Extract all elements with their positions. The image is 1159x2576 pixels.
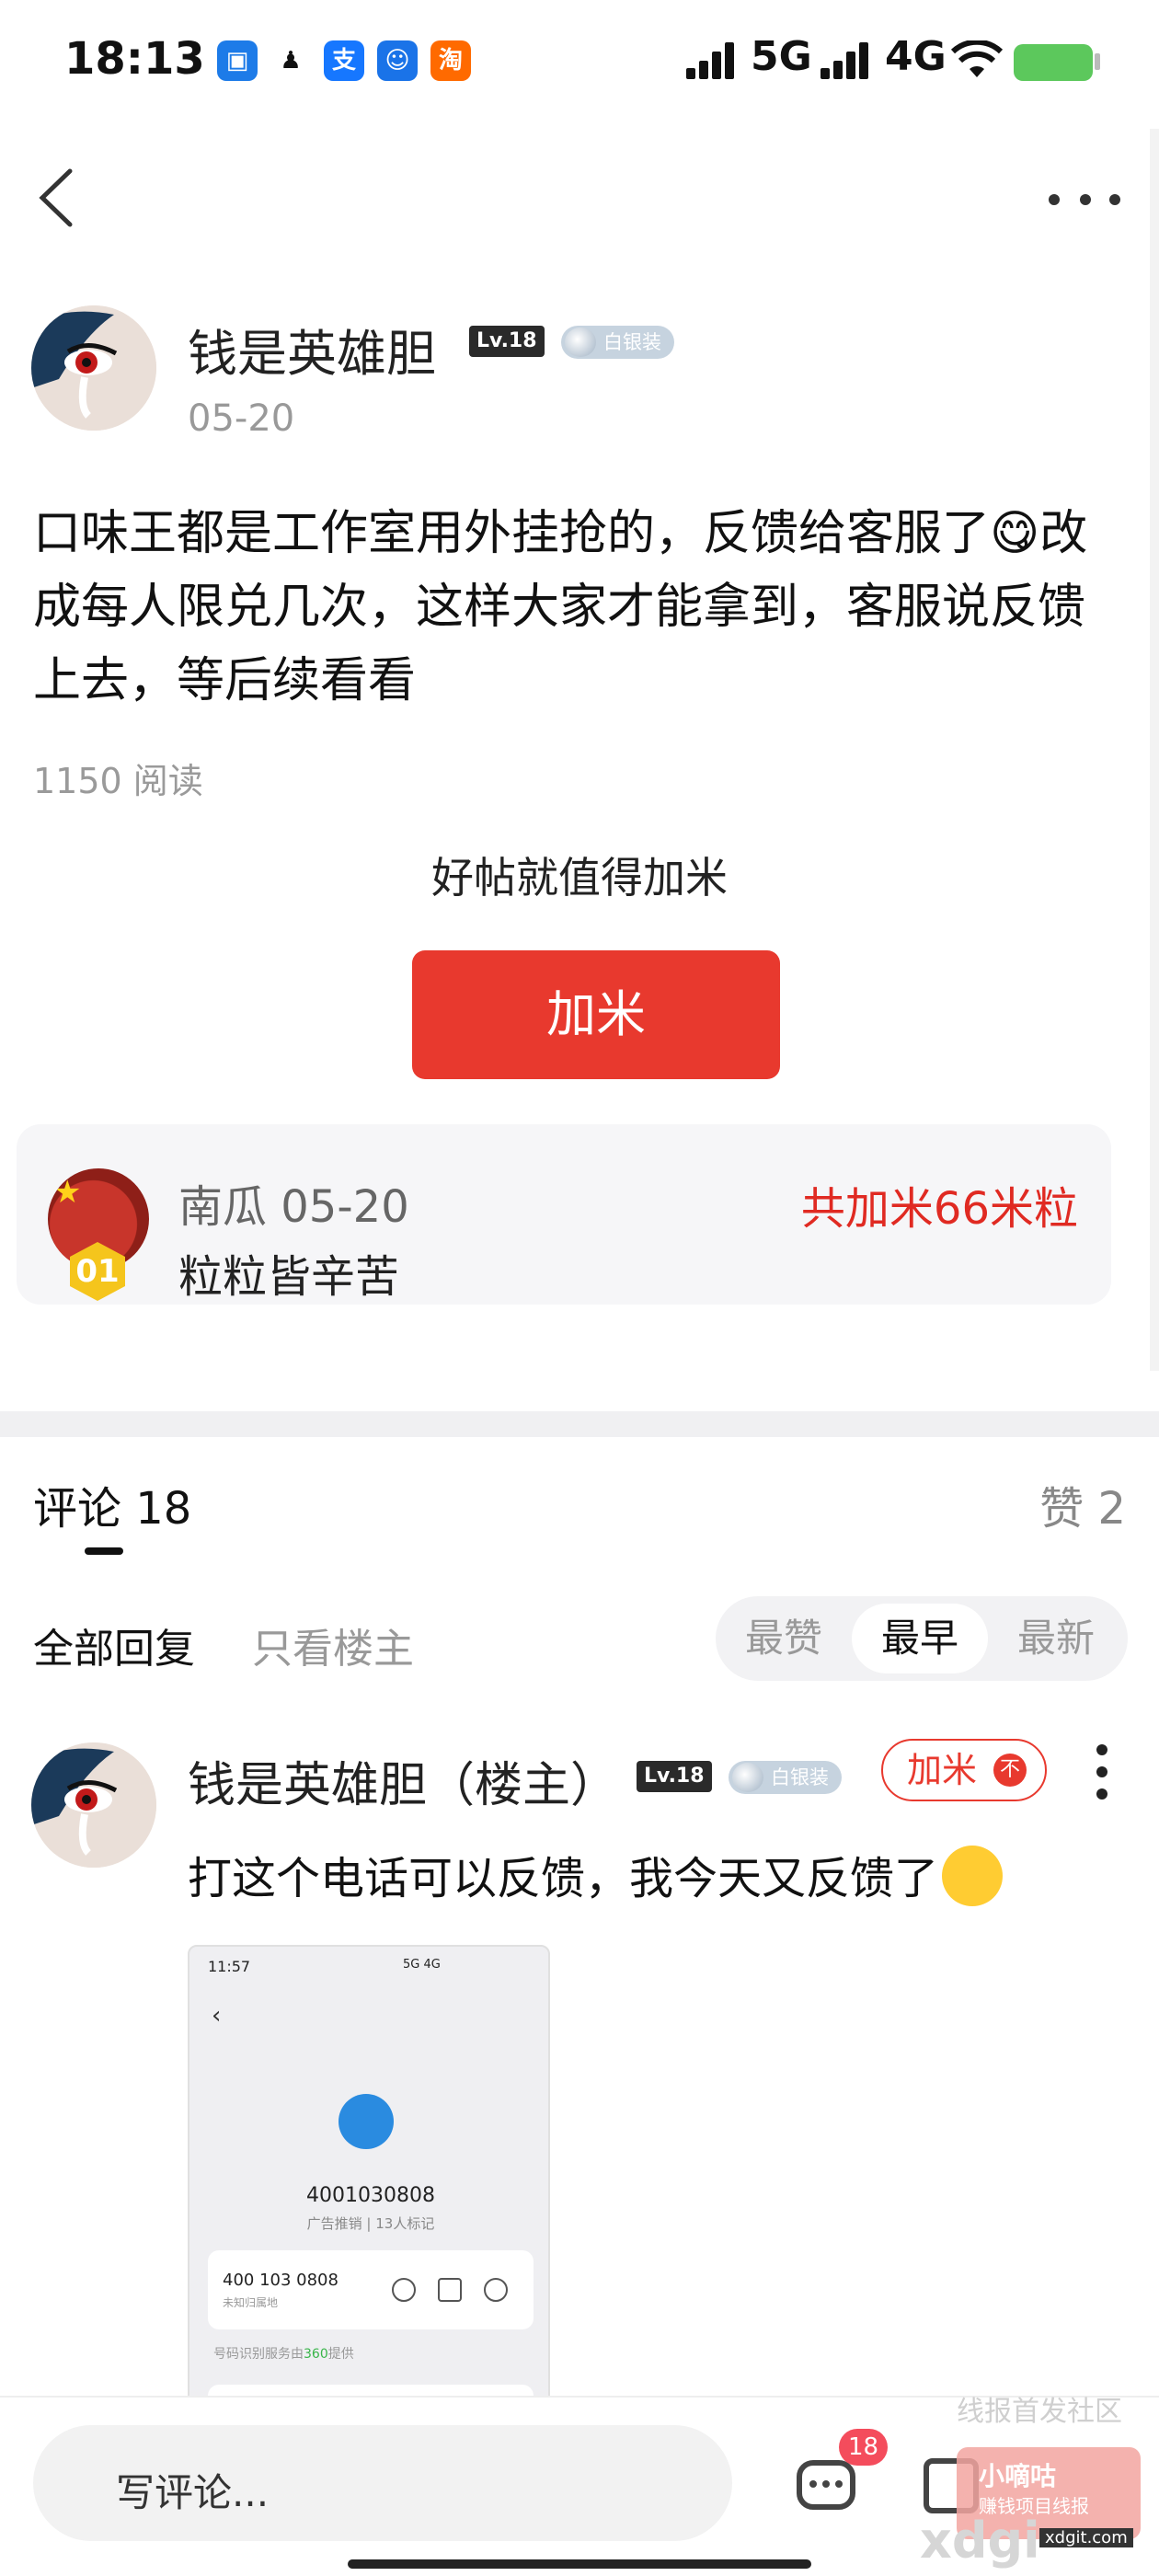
silver-badge: 白银装 <box>561 326 674 359</box>
comment-text: 打这个电话可以反馈，我今天又反馈了 <box>188 1853 939 1904</box>
comment-silver-badge: 白银装 <box>729 1761 842 1794</box>
shot-provider-suffix: 提供 <box>327 2347 354 2362</box>
shot-provider-prefix: 号码识别服务由 <box>213 2347 304 2362</box>
tab-comments[interactable]: 评论 18 <box>33 1472 191 1536</box>
grin-emoji-icon <box>942 1846 1004 1906</box>
watermark-text: 线报首发社区 <box>957 2396 1122 2428</box>
home-indicator[interactable] <box>348 2559 811 2569</box>
network-5g-label: 5G <box>751 33 812 80</box>
reward-card[interactable]: ★ 01 南瓜 05-20 粒粒皆辛苦 共加米66米粒 <box>17 1124 1111 1305</box>
signal-icon <box>686 40 741 79</box>
reward-tip: 好帖就值得加米 <box>431 853 728 903</box>
sort-segmented-control: 最赞 最早 最新 <box>716 1596 1128 1681</box>
comment-input[interactable]: 写评论... <box>33 2425 732 2541</box>
shot-status: 5G 4G <box>403 1958 441 1972</box>
shot-video-icon <box>438 2278 462 2302</box>
comment-add-rice-button[interactable]: 加米 不 <box>881 1739 1047 1801</box>
comment-level-badge: Lv.18 <box>637 1761 712 1792</box>
comment-silver-label: 白银装 <box>771 1766 829 1788</box>
sort-newest[interactable]: 最新 <box>988 1596 1124 1681</box>
level-badge: Lv.18 <box>469 326 545 357</box>
star-icon: ★ <box>53 1174 82 1211</box>
author-avatar[interactable] <box>31 305 156 431</box>
signal-icon-2 <box>820 40 876 79</box>
shot-back-icon: ‹ <box>212 2002 222 2030</box>
alipay-icon: 支 <box>324 40 364 81</box>
watermark-url: xdgit.com <box>1039 2528 1133 2547</box>
battery-tip <box>1095 53 1100 70</box>
silver-gem-icon <box>565 328 596 357</box>
comment-add-rice-dot: 不 <box>993 1754 1027 1787</box>
comment-input-placeholder: 写评论... <box>116 2470 270 2515</box>
filter-owner-only[interactable]: 只看楼主 <box>252 1616 414 1674</box>
tab-underline <box>85 1547 123 1555</box>
comment-more-icon[interactable] <box>1096 1744 1107 1800</box>
comment-body: 打这个电话可以反馈，我今天又反馈了 <box>188 1842 1004 1906</box>
shot-phone-icon <box>392 2278 416 2302</box>
section-divider <box>0 1411 1159 1437</box>
comment-add-rice-label: 加米 <box>907 1750 978 1790</box>
tab-likes[interactable]: 赞 2 <box>1039 1472 1126 1536</box>
watermark-logo-title: 小嘀咕 <box>979 2461 1057 2491</box>
alipay-style-icon: ▣ <box>217 40 258 81</box>
comment-count-badge: 18 <box>839 2429 889 2466</box>
shot-contact-icon <box>339 2094 394 2149</box>
shot-number-card: 400 103 0808 未知归属地 <box>208 2250 534 2329</box>
page-edge <box>1150 129 1159 1371</box>
shot-card-number: 400 103 0808 <box>223 2271 339 2290</box>
shot-provider: 号码识别服务由360提供 <box>213 2344 354 2363</box>
battery-icon <box>1014 44 1093 81</box>
filter-all-replies[interactable]: 全部回复 <box>33 1616 195 1674</box>
sort-earliest[interactable]: 最早 <box>852 1604 988 1673</box>
status-bar: 18:13 ▣ ♟ 支 ☺ 淘 5G 4G <box>0 0 1159 129</box>
taobao-icon: 淘 <box>430 40 471 81</box>
shot-tag: 广告推销 | 13人标记 <box>306 2215 435 2232</box>
read-count: 1150 阅读 <box>33 761 203 801</box>
comment-icon[interactable] <box>797 2460 855 2510</box>
reward-message: 粒粒皆辛苦 <box>178 1251 400 1303</box>
status-time: 18:13 <box>64 33 205 85</box>
shot-message-icon <box>484 2278 508 2302</box>
add-rice-button[interactable]: 加米 <box>412 950 780 1079</box>
penguin-icon: ♟ <box>270 40 311 81</box>
shot-time: 11:57 <box>208 1958 251 1975</box>
back-icon[interactable] <box>33 166 88 230</box>
comment-image[interactable]: 11:57 5G 4G ‹ 4001030808 广告推销 | 13人标记 40… <box>188 1945 550 2405</box>
sort-most-liked[interactable]: 最赞 <box>716 1596 852 1681</box>
post-date: 05-20 <box>188 397 295 440</box>
search-bot-icon: ☺ <box>377 40 418 81</box>
commenter-avatar[interactable] <box>31 1742 156 1868</box>
shot-number: 4001030808 <box>306 2184 435 2207</box>
network-4g-label: 4G <box>885 33 947 80</box>
reward-total[interactable]: 共加米66米粒 <box>801 1172 1078 1236</box>
silver-badge-label: 白银装 <box>603 331 661 353</box>
silver-gem-icon <box>732 1763 763 1792</box>
commenter-name[interactable]: 钱是英雄胆（楼主） <box>188 1746 618 1815</box>
wifi-icon <box>951 40 1003 77</box>
post-detail-page: 18:13 ▣ ♟ 支 ☺ 淘 5G 4G 钱是英雄胆 Lv.18 白银装 05… <box>0 0 1159 2576</box>
watermark-big-text: xdgi <box>920 2512 1040 2570</box>
rewarder-name-date: 南瓜 05-20 <box>178 1181 409 1233</box>
more-options-icon[interactable] <box>1049 189 1122 211</box>
post-body: 口味王都是工作室用外挂抢的，反馈给客服了😋改成每人限兑几次，这样大家才能拿到，客… <box>33 506 1088 708</box>
shot-card-location: 未知归属地 <box>223 2296 279 2309</box>
shot-provider-name: 360 <box>304 2347 328 2362</box>
author-name[interactable]: 钱是英雄胆 <box>188 313 436 385</box>
